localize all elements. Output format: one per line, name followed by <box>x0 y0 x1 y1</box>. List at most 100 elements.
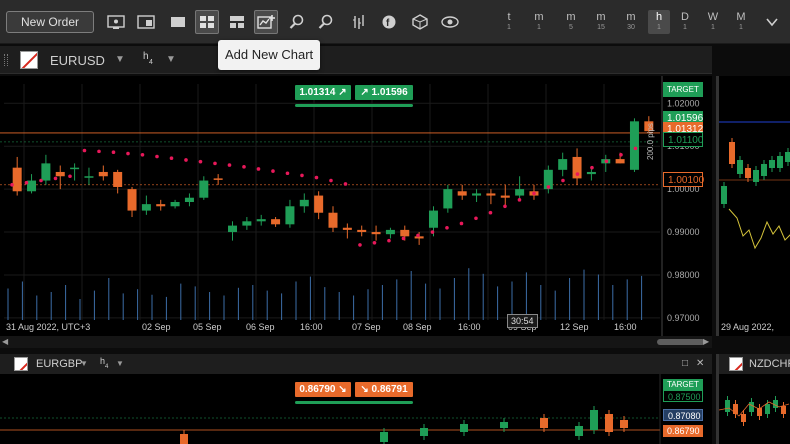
close-icon[interactable]: ✕ <box>696 358 704 369</box>
sar-dot <box>619 153 623 157</box>
overflow-chevron-icon[interactable] <box>760 10 784 34</box>
timeframe-main[interactable]: h <box>143 51 149 62</box>
sar-dot <box>10 183 14 187</box>
trading-platform: New Order f t 1 m 1 m 5 m 15 m 30 h 1 D … <box>0 0 790 444</box>
sar-dot <box>82 148 87 153</box>
symbol-name[interactable]: NZDCHF <box>749 358 790 370</box>
candle-bearish <box>156 204 166 207</box>
candle-bullish <box>460 424 468 432</box>
x-tick-label: 02 Sep <box>142 322 171 332</box>
scrollbar-thumb[interactable] <box>657 339 705 345</box>
candle-bearish <box>733 404 738 414</box>
zoom-in-icon[interactable] <box>285 10 309 34</box>
add-new-chart-icon[interactable] <box>254 10 278 34</box>
sar-dot <box>329 178 333 183</box>
candle-bearish <box>745 168 751 178</box>
sar-dot <box>68 174 72 179</box>
indicators-icon[interactable]: f <box>377 10 401 34</box>
buy-button[interactable]: ↘ 0.86791 <box>355 382 413 397</box>
candle-bearish <box>271 219 281 225</box>
timeframe-dropdown-icon[interactable]: ▼ <box>116 359 124 368</box>
timeframe-dropdown-icon[interactable]: ▼ <box>166 54 176 65</box>
timeframe-m1[interactable]: m1 <box>528 10 550 34</box>
buy-button[interactable]: ↗ 1.01596 <box>355 85 413 100</box>
timeframe-d1[interactable]: D1 <box>674 10 696 34</box>
timeframe-mn1[interactable]: M1 <box>730 10 752 34</box>
candle-bullish <box>385 229 395 235</box>
x-tick-label: 12 Sep <box>560 322 589 332</box>
candle-bearish <box>113 171 123 187</box>
chart-right-partial[interactable]: 29 Aug 2022, <box>716 76 790 336</box>
symbol-dropdown-icon[interactable]: ▼ <box>115 54 125 65</box>
chart-eurgbp[interactable]: 0.86790 ↘ ↘ 0.86791 TARGET 0.87500 0.870… <box>0 374 712 444</box>
candle-bearish <box>486 193 496 196</box>
zoom-out-icon[interactable] <box>314 10 338 34</box>
sell-button[interactable]: 0.86790 ↘ <box>295 382 351 397</box>
chart-type-icon[interactable] <box>347 10 371 34</box>
sar-dot <box>300 173 304 178</box>
objects-icon[interactable] <box>408 10 432 34</box>
candle-bearish <box>371 232 381 235</box>
timeframe-w1[interactable]: W1 <box>702 10 724 34</box>
candle-bearish <box>213 178 223 180</box>
grid-layout-icon[interactable] <box>195 10 219 34</box>
sar-dot <box>198 159 203 164</box>
chart-nzdchf[interactable] <box>716 374 790 444</box>
timeframe-t1[interactable]: t1 <box>498 10 520 34</box>
sar-dot <box>155 154 159 159</box>
candle-bullish <box>753 170 759 182</box>
symbol-name[interactable]: EURUSD <box>50 53 105 68</box>
symbol-name[interactable]: EURGBP <box>36 358 82 370</box>
timeframe-h1[interactable]: h1 <box>648 10 670 34</box>
candle-bullish <box>70 167 80 170</box>
sar-dot <box>314 175 319 180</box>
maximize-icon[interactable]: □ <box>682 358 688 369</box>
symbol-dropdown-icon[interactable]: ▼ <box>80 359 88 368</box>
sar-dot <box>387 238 391 243</box>
timeframe-m5[interactable]: m5 <box>560 10 582 34</box>
candle-bearish <box>620 420 628 428</box>
candle-bullish <box>777 156 783 168</box>
symbol-flag-icon <box>729 357 743 371</box>
sar-dot <box>416 233 420 238</box>
candle-bullish <box>27 180 37 192</box>
target-label: TARGET <box>663 379 703 390</box>
candle-bearish <box>457 191 467 196</box>
new-order-button[interactable]: New Order <box>6 11 94 33</box>
candlestick-chart[interactable]: 1.020001.010001.000000.990000.980000.970… <box>0 76 712 336</box>
candle-bullish <box>515 189 525 196</box>
main-toolbar: New Order f t 1 m 1 m 5 m 15 m 30 h 1 D … <box>0 0 790 44</box>
x-tick-label: 06 Sep <box>246 322 275 332</box>
watch-eye-icon[interactable] <box>438 10 462 34</box>
candle-bullish <box>558 159 568 170</box>
scroll-left-icon[interactable]: ◀ <box>2 337 8 346</box>
candle-bearish <box>615 159 625 164</box>
split-layout-icon[interactable] <box>225 10 249 34</box>
trade-panel-icon[interactable] <box>134 10 158 34</box>
candle-bullish <box>170 202 180 207</box>
scroll-right-icon[interactable]: ▶ <box>703 337 709 346</box>
screenshot-icon[interactable] <box>104 10 128 34</box>
candle-bearish <box>357 229 367 233</box>
sell-button[interactable]: 1.01314 ↗ <box>295 85 351 100</box>
single-layout-icon[interactable] <box>166 10 190 34</box>
candle-bullish <box>285 206 295 225</box>
candle-bearish <box>781 406 786 414</box>
sar-dot <box>532 191 536 196</box>
candle-bullish <box>500 422 508 428</box>
timeframe-m30[interactable]: m 30 <box>620 10 642 34</box>
x-tick-label: 16:00 <box>614 322 637 332</box>
candle-bullish <box>737 160 743 174</box>
candle-bearish <box>314 195 324 213</box>
add-new-chart-tooltip: Add New Chart <box>218 40 321 70</box>
sar-dot <box>140 153 145 157</box>
x-tick-label: 16:00 <box>458 322 481 332</box>
horizontal-scrollbar[interactable]: ◀ ▶ <box>0 336 712 348</box>
candle-bullish <box>84 176 94 178</box>
level-label-1: 0.87500 <box>663 390 703 402</box>
sar-dot <box>53 176 58 181</box>
spread-bar <box>295 104 413 107</box>
timeframe-m15[interactable]: m 15 <box>590 10 612 34</box>
chart-eurusd[interactable]: 1.020001.010001.000000.990000.980000.970… <box>0 76 712 336</box>
drag-handle[interactable] <box>4 54 8 66</box>
